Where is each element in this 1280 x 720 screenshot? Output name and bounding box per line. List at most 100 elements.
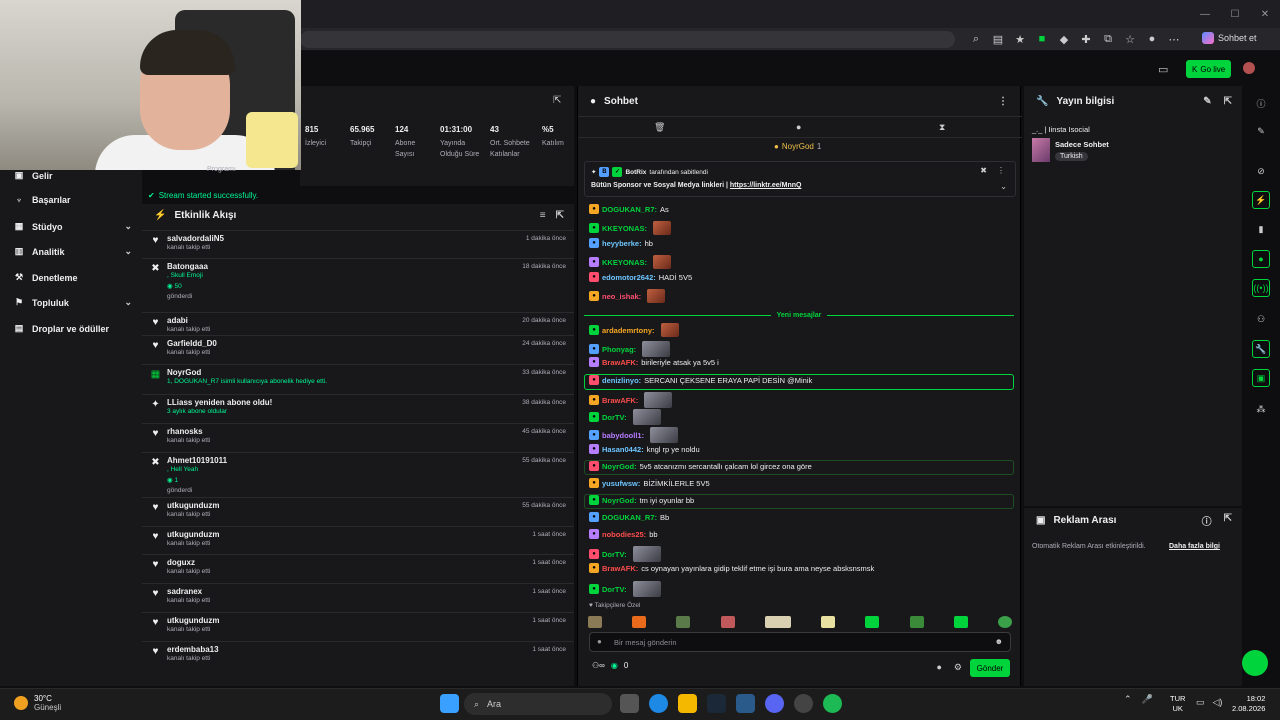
- chat-username[interactable]: DorTV:: [602, 413, 627, 422]
- more-vertical-icon[interactable]: ⋮: [998, 96, 1008, 107]
- taskbar-search[interactable]: ⌕ Ara: [464, 693, 612, 715]
- sidebar-item-denetleme[interactable]: ⚒ Denetleme: [14, 272, 132, 283]
- emote-icon[interactable]: [821, 616, 836, 628]
- users-icon[interactable]: ⚇: [1252, 310, 1270, 328]
- ad-break-link[interactable]: Daha fazla bilgi: [1169, 543, 1220, 550]
- group-icon[interactable]: ⁂: [1252, 400, 1270, 418]
- sidebar-item-gelir[interactable]: ▣ Gelir: [14, 170, 132, 181]
- chat-username[interactable]: babydooll1:: [602, 431, 644, 440]
- chat-mode-icon[interactable]: ●: [796, 122, 801, 132]
- chat-settings-bubble-icon[interactable]: ●: [936, 662, 941, 673]
- popout-icon[interactable]: ⇱: [553, 95, 561, 106]
- chat-username[interactable]: NoyrGod:: [602, 496, 637, 505]
- edge-icon[interactable]: [649, 694, 668, 713]
- chat-username[interactable]: neo_ishak:: [602, 292, 641, 301]
- language-indicator[interactable]: TUR UK: [1170, 694, 1185, 714]
- popout-icon[interactable]: ⇱: [1224, 96, 1232, 107]
- monitor-icon[interactable]: ▭: [1158, 63, 1168, 76]
- chat-username[interactable]: DOGUKAN_R7:: [602, 513, 657, 522]
- steam-icon[interactable]: [707, 694, 726, 713]
- reader-icon[interactable]: ▤: [990, 31, 1006, 47]
- obs-icon[interactable]: [794, 694, 813, 713]
- clock[interactable]: 18:02 2.08.2026: [1232, 694, 1265, 714]
- maximize-icon[interactable]: ☐: [1220, 0, 1250, 28]
- star-icon[interactable]: ★: [1012, 31, 1028, 47]
- sidebar-item-basarilar[interactable]: ♆ Başarılar: [14, 195, 132, 205]
- emote-icon[interactable]: [720, 616, 735, 628]
- chat-username[interactable]: nobodies25:: [602, 530, 646, 539]
- go-live-button[interactable]: K Go live: [1186, 60, 1232, 78]
- emote-icon[interactable]: [764, 616, 791, 628]
- chat-bubble-icon[interactable]: ●: [1252, 250, 1270, 268]
- sidebar-item-studyo[interactable]: ▦ Stüdyo ⌄: [14, 221, 132, 232]
- clipboard-icon[interactable]: ▮: [1252, 220, 1270, 238]
- microphone-icon[interactable]: 🎤: [1142, 694, 1153, 705]
- broadcast-icon[interactable]: ((•)): [1252, 279, 1270, 297]
- trash-icon[interactable]: 🗑: [654, 122, 665, 133]
- chat-username[interactable]: KKEYONAS:: [602, 224, 647, 233]
- chat-input[interactable]: ● Bir mesaj gönderin ☻: [589, 632, 1011, 652]
- popout-icon[interactable]: ⇱: [556, 210, 564, 221]
- emote-icon[interactable]: [997, 616, 1012, 628]
- chat-username[interactable]: denizlinyo:: [602, 376, 641, 385]
- chat-username[interactable]: edomotor2642:: [602, 273, 656, 282]
- sidebar-item-analitik[interactable]: ▥ Analitik ⌄: [14, 246, 132, 257]
- send-button[interactable]: Gönder: [970, 659, 1010, 677]
- favorites-icon[interactable]: ☆: [1122, 31, 1138, 47]
- monitor-icon[interactable]: ▭: [1196, 697, 1205, 708]
- filter-icon[interactable]: ≡: [540, 210, 546, 221]
- slow-mode-icon[interactable]: ⧗: [939, 122, 945, 133]
- emote-icon[interactable]: [588, 616, 602, 628]
- chat-username[interactable]: DOGUKAN_R7:: [602, 205, 657, 214]
- avatar[interactable]: [1243, 62, 1255, 74]
- chat-username[interactable]: BrawAFK:: [602, 358, 638, 367]
- chat-username[interactable]: yusufwsw:: [602, 479, 640, 488]
- task-view-icon[interactable]: [620, 694, 639, 713]
- chat-username[interactable]: DorTV:: [602, 585, 627, 594]
- unpin-icon[interactable]: ✖: [980, 166, 987, 175]
- extension-green-icon[interactable]: ■: [1034, 31, 1050, 47]
- pen-icon[interactable]: ✎: [1252, 122, 1270, 140]
- discord-icon[interactable]: [765, 694, 784, 713]
- emote-icon[interactable]: [953, 616, 968, 628]
- zoom-icon[interactable]: ⌕: [968, 31, 984, 47]
- more-icon[interactable]: ⋯: [1166, 31, 1182, 47]
- edit-icon[interactable]: ✎: [1203, 96, 1211, 107]
- weather-widget[interactable]: 30°C Güneşli: [14, 694, 61, 712]
- chat-username[interactable]: NoyrGod:: [602, 462, 637, 471]
- explorer-icon[interactable]: [678, 694, 697, 713]
- copilot-button[interactable]: Sohbet et: [1202, 32, 1257, 44]
- chat-username[interactable]: BrawAFK:: [602, 564, 638, 573]
- minimize-icon[interactable]: —: [1190, 0, 1220, 28]
- emote-icon[interactable]: [909, 616, 924, 628]
- chevron-down-icon[interactable]: ⌄: [1000, 182, 1007, 191]
- chat-username[interactable]: KKEYONAS:: [602, 258, 647, 267]
- help-bubble[interactable]: [1242, 650, 1268, 676]
- more-vertical-icon[interactable]: ⋮: [997, 166, 1005, 175]
- gear-icon[interactable]: ⚙: [954, 662, 962, 673]
- pinned-link[interactable]: https://linktr.ee/MnnQ: [730, 182, 802, 189]
- info-icon[interactable]: ⓘ: [1252, 94, 1270, 112]
- chat-username[interactable]: DorTV:: [602, 550, 627, 559]
- chat-username[interactable]: ardademrtony:: [602, 326, 655, 335]
- users-icon[interactable]: ⚇∞: [592, 661, 605, 670]
- chat-username[interactable]: Phonyag:: [602, 345, 636, 354]
- sidebar-item-droplar[interactable]: ▤ Droplar ve ödüller: [14, 323, 132, 334]
- camera-off-icon[interactable]: ⊘: [1252, 162, 1270, 180]
- close-icon[interactable]: ✕: [1250, 0, 1280, 28]
- emote-icon[interactable]: [865, 616, 880, 628]
- chat-username[interactable]: heyyberke:: [602, 239, 642, 248]
- wrench-icon[interactable]: 🔧: [1252, 340, 1270, 358]
- chat-username[interactable]: Hasan0442:: [602, 445, 644, 454]
- extension-icon[interactable]: ◆: [1056, 31, 1072, 47]
- ad-icon[interactable]: ▣: [1252, 369, 1270, 387]
- lightning-icon[interactable]: ⚡: [1252, 191, 1270, 209]
- points-icon[interactable]: ◉: [611, 661, 618, 670]
- puzzle-icon[interactable]: ✚: [1078, 31, 1094, 47]
- info-icon[interactable]: ⓘ: [1202, 513, 1212, 528]
- url-field[interactable]: [300, 31, 955, 48]
- sidebar-item-topluluk[interactable]: ⚑ Topluluk ⌄: [14, 297, 132, 308]
- split-icon[interactable]: ⧉: [1100, 31, 1116, 47]
- emote-icon[interactable]: [676, 616, 691, 628]
- spotify-icon[interactable]: [823, 694, 842, 713]
